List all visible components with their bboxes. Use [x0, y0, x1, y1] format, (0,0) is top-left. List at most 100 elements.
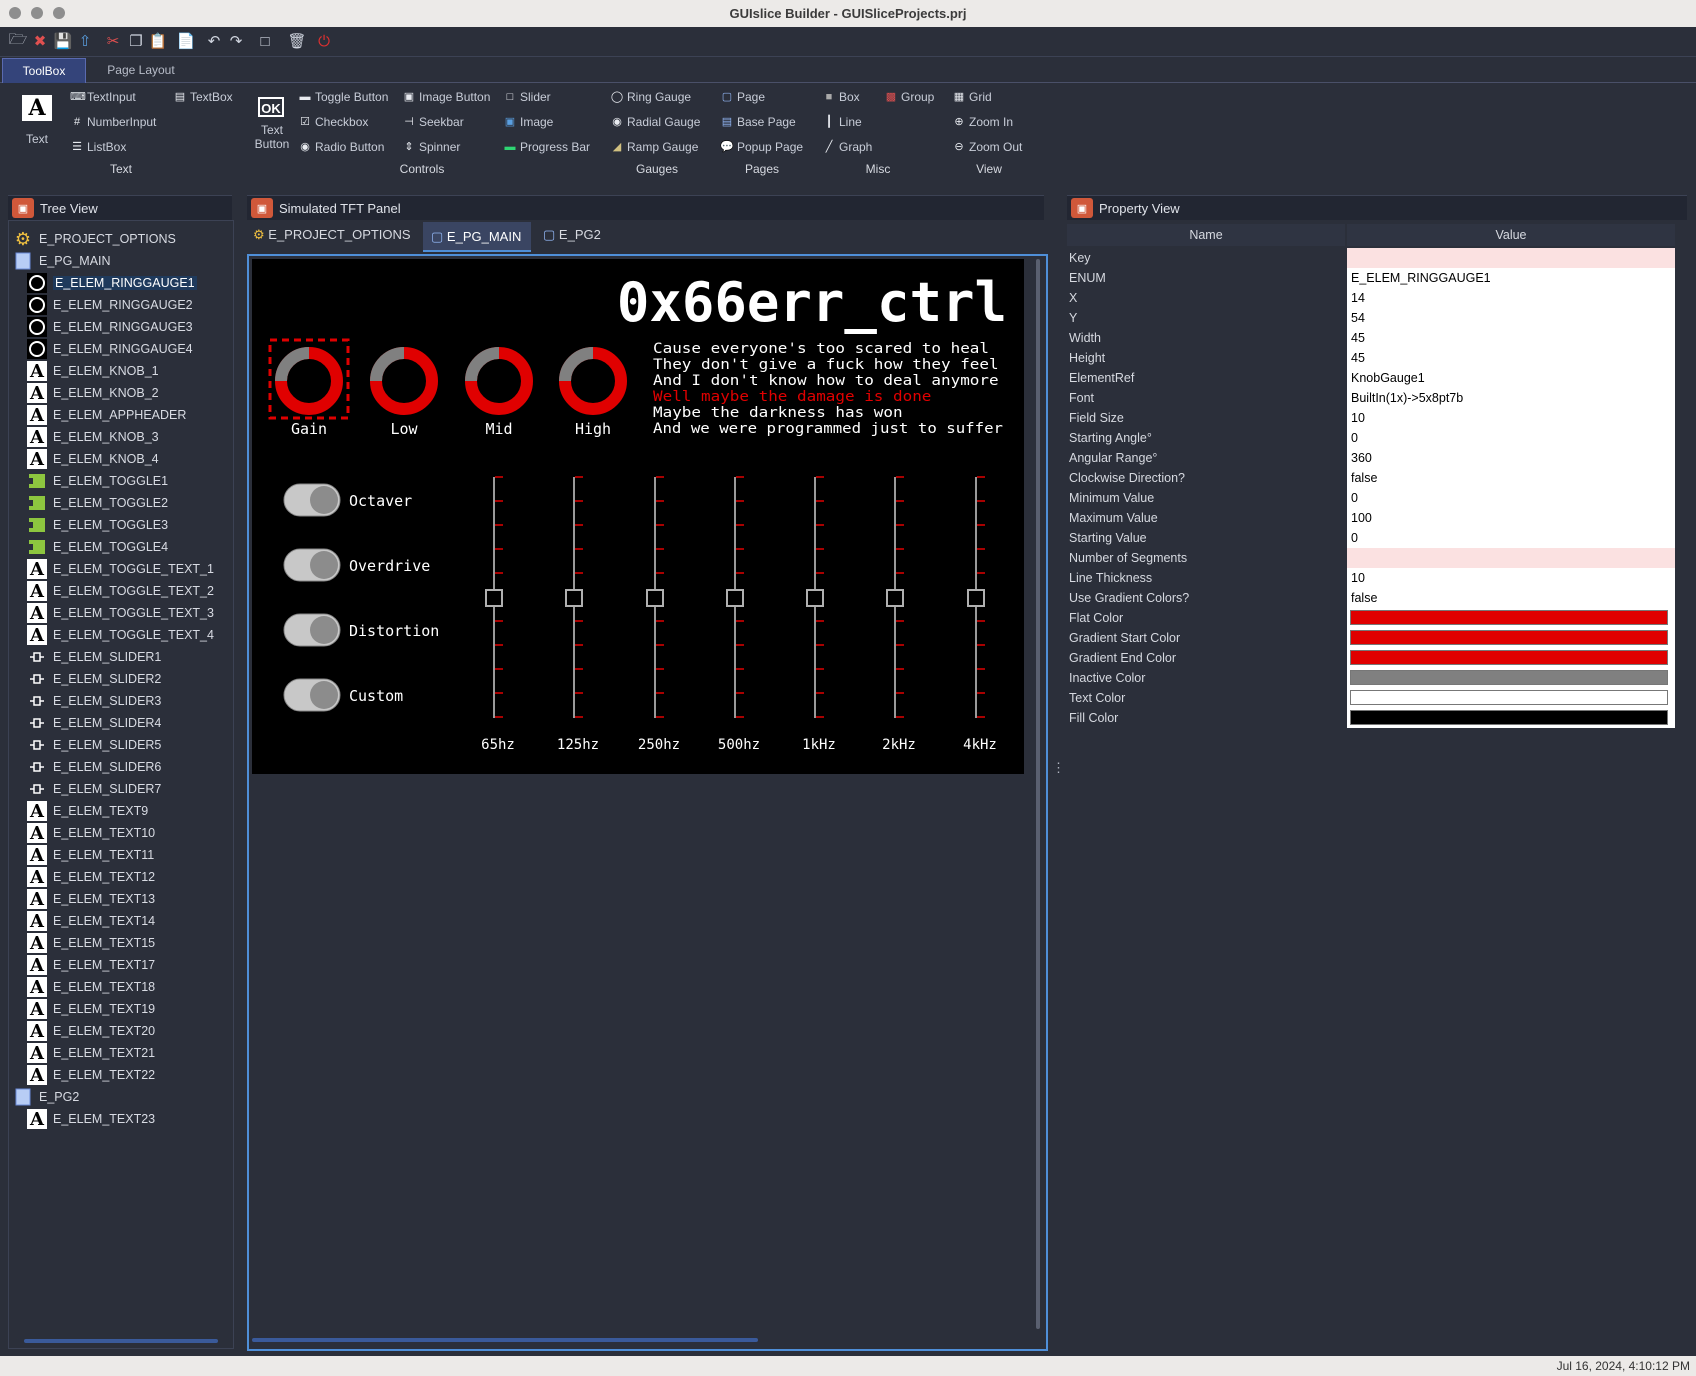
- redo-icon[interactable]: ↷: [226, 31, 246, 51]
- property-value[interactable]: [1347, 248, 1675, 268]
- tree-item[interactable]: A E_ELEM_KNOB_3: [27, 427, 159, 448]
- tree-item[interactable]: A E_ELEM_TEXT10: [27, 823, 155, 844]
- properties-icon[interactable]: 📄: [176, 31, 196, 51]
- property-value[interactable]: 0: [1347, 488, 1675, 508]
- page-tool[interactable]: ▢ Page: [720, 90, 765, 104]
- radialgauge-tool[interactable]: ◉ Radial Gauge: [610, 115, 700, 129]
- tree-item[interactable]: A E_ELEM_TEXT12: [27, 867, 155, 888]
- tree-item[interactable]: E_ELEM_SLIDER5: [27, 735, 161, 755]
- color-swatch[interactable]: [1350, 630, 1668, 645]
- open-project-icon[interactable]: 🗁: [8, 31, 28, 51]
- tft-canvas-area[interactable]: 0x66err_ctrl Gain Low Mid High Cause everyo…: [247, 254, 1048, 1351]
- splitter-handle[interactable]: ⋮: [1052, 761, 1065, 774]
- tree-item[interactable]: E_PG2: [13, 1087, 79, 1107]
- tree-item[interactable]: A E_ELEM_TEXT11: [27, 845, 154, 866]
- slider-thumb[interactable]: [565, 589, 583, 607]
- tree-item[interactable]: A E_ELEM_APPHEADER: [27, 405, 186, 426]
- ringgauge-tool[interactable]: ◯ Ring Gauge: [610, 90, 691, 104]
- spinner-tool[interactable]: ⇕ Spinner: [402, 140, 460, 154]
- tree-item[interactable]: A E_ELEM_TEXT14: [27, 911, 155, 932]
- color-swatch[interactable]: [1350, 650, 1668, 665]
- tab-toolbox[interactable]: ToolBox: [2, 58, 86, 83]
- textinput-tool[interactable]: ⌨ TextInput: [70, 90, 136, 104]
- tree-item[interactable]: A E_ELEM_KNOB_4: [27, 449, 159, 470]
- textbutton-icon[interactable]: OK: [258, 97, 284, 117]
- imagebutton-tool[interactable]: ▣ Image Button: [402, 90, 491, 104]
- tree-item[interactable]: E_ELEM_SLIDER2: [27, 669, 161, 689]
- property-value[interactable]: KnobGauge1: [1347, 368, 1675, 388]
- tft-screen[interactable]: 0x66err_ctrl Gain Low Mid High Cause everyo…: [252, 259, 1024, 774]
- tree-item[interactable]: E_ELEM_RINGGAUGE2: [27, 295, 193, 315]
- tree-item[interactable]: E_ELEM_SLIDER3: [27, 691, 161, 711]
- tree-item[interactable]: E_ELEM_SLIDER4: [27, 713, 161, 733]
- toggle-octaver[interactable]: [283, 483, 341, 517]
- tree-item[interactable]: E_PG_MAIN: [13, 251, 111, 271]
- property-value[interactable]: [1347, 708, 1675, 728]
- delete-icon[interactable]: 🗑: [287, 31, 307, 51]
- image-tool[interactable]: ▣ Image: [503, 115, 554, 129]
- text-tool-label[interactable]: Text: [14, 132, 60, 146]
- tree-item[interactable]: A E_ELEM_KNOB_2: [27, 383, 159, 404]
- vertical-scrollbar[interactable]: [1036, 259, 1040, 1329]
- tree-item[interactable]: A E_ELEM_TOGGLE_TEXT_3: [27, 603, 214, 624]
- horizontal-scrollbar[interactable]: [252, 1338, 758, 1342]
- tree-item[interactable]: ⚙ E_PROJECT_OPTIONS: [13, 229, 176, 250]
- property-value[interactable]: 54: [1347, 308, 1675, 328]
- slider-thumb[interactable]: [806, 589, 824, 607]
- undo-icon[interactable]: ↶: [204, 31, 224, 51]
- toggle-custom[interactable]: [283, 678, 341, 712]
- close-project-icon[interactable]: ✖: [30, 31, 50, 51]
- tree-item[interactable]: E_ELEM_RINGGAUGE1: [27, 273, 197, 293]
- basepage-tool[interactable]: ▤ Base Page: [720, 115, 796, 129]
- tree-item[interactable]: E_ELEM_TOGGLE1: [27, 471, 168, 491]
- tree-item[interactable]: A E_ELEM_TOGGLE_TEXT_2: [27, 581, 214, 602]
- tree-item[interactable]: A E_ELEM_TOGGLE_TEXT_4: [27, 625, 214, 646]
- seekbar-tool[interactable]: ⊣ Seekbar: [402, 115, 464, 129]
- page-tab-project-options[interactable]: ⚙ E_PROJECT_OPTIONS: [253, 227, 411, 243]
- tree-item[interactable]: A E_ELEM_TEXT9: [27, 801, 148, 822]
- tree-item[interactable]: E_ELEM_SLIDER1: [27, 647, 161, 667]
- property-value[interactable]: 45: [1347, 348, 1675, 368]
- eq-slider-1khz[interactable]: [806, 476, 824, 718]
- property-value[interactable]: [1347, 688, 1675, 708]
- zoomin-tool[interactable]: ⊕ Zoom In: [952, 115, 1013, 129]
- grid-tool[interactable]: ▦ Grid: [952, 90, 992, 104]
- tree-item[interactable]: A E_ELEM_TEXT21: [27, 1043, 155, 1064]
- listbox-tool[interactable]: ☰ ListBox: [70, 140, 126, 154]
- tree-item[interactable]: A E_ELEM_TEXT15: [27, 933, 155, 954]
- tab-page-layout[interactable]: Page Layout: [96, 58, 186, 82]
- export-icon[interactable]: ⇧: [75, 31, 95, 51]
- slider-thumb[interactable]: [967, 589, 985, 607]
- rampgauge-tool[interactable]: ◢ Ramp Gauge: [610, 140, 699, 154]
- tree-item[interactable]: E_ELEM_TOGGLE3: [27, 515, 168, 535]
- page-tab-pg2[interactable]: ▢ E_PG2: [543, 227, 601, 243]
- eq-slider-2khz[interactable]: [886, 476, 904, 718]
- toggle-overdrive[interactable]: [283, 548, 341, 582]
- tree-item[interactable]: E_ELEM_TOGGLE2: [27, 493, 168, 513]
- color-swatch[interactable]: [1350, 670, 1668, 685]
- checkbox-tool[interactable]: ☑ Checkbox: [298, 115, 368, 129]
- tree-item[interactable]: A E_ELEM_TEXT23: [27, 1109, 155, 1130]
- slider-thumb[interactable]: [646, 589, 664, 607]
- eq-slider-65hz[interactable]: [485, 476, 503, 718]
- paste-icon[interactable]: 📋: [148, 31, 168, 51]
- slider-thumb[interactable]: [886, 589, 904, 607]
- color-swatch[interactable]: [1350, 710, 1668, 725]
- property-value[interactable]: 14: [1347, 288, 1675, 308]
- progressbar-tool[interactable]: ▬ Progress Bar: [503, 140, 591, 154]
- copy-icon[interactable]: ❐: [126, 31, 146, 51]
- group-tool[interactable]: ▩ Group: [884, 90, 935, 104]
- popuppage-tool[interactable]: 💬 Popup Page: [720, 140, 803, 154]
- tree-item[interactable]: A E_ELEM_KNOB_1: [27, 361, 159, 382]
- property-value[interactable]: 45: [1347, 328, 1675, 348]
- select-icon[interactable]: □: [255, 31, 275, 51]
- eq-slider-500hz[interactable]: [726, 476, 744, 718]
- tree-item[interactable]: A E_ELEM_TEXT13: [27, 889, 155, 910]
- property-value[interactable]: [1347, 648, 1675, 668]
- box-tool[interactable]: ■ Box: [822, 90, 860, 104]
- tree-item[interactable]: A E_ELEM_TOGGLE_TEXT_1: [27, 559, 214, 580]
- tree-item[interactable]: A E_ELEM_TEXT19: [27, 999, 155, 1020]
- page-tab-pg-main[interactable]: ▢ E_PG_MAIN: [423, 222, 531, 252]
- text-big-icon[interactable]: A: [22, 95, 52, 121]
- property-value[interactable]: 360: [1347, 448, 1675, 468]
